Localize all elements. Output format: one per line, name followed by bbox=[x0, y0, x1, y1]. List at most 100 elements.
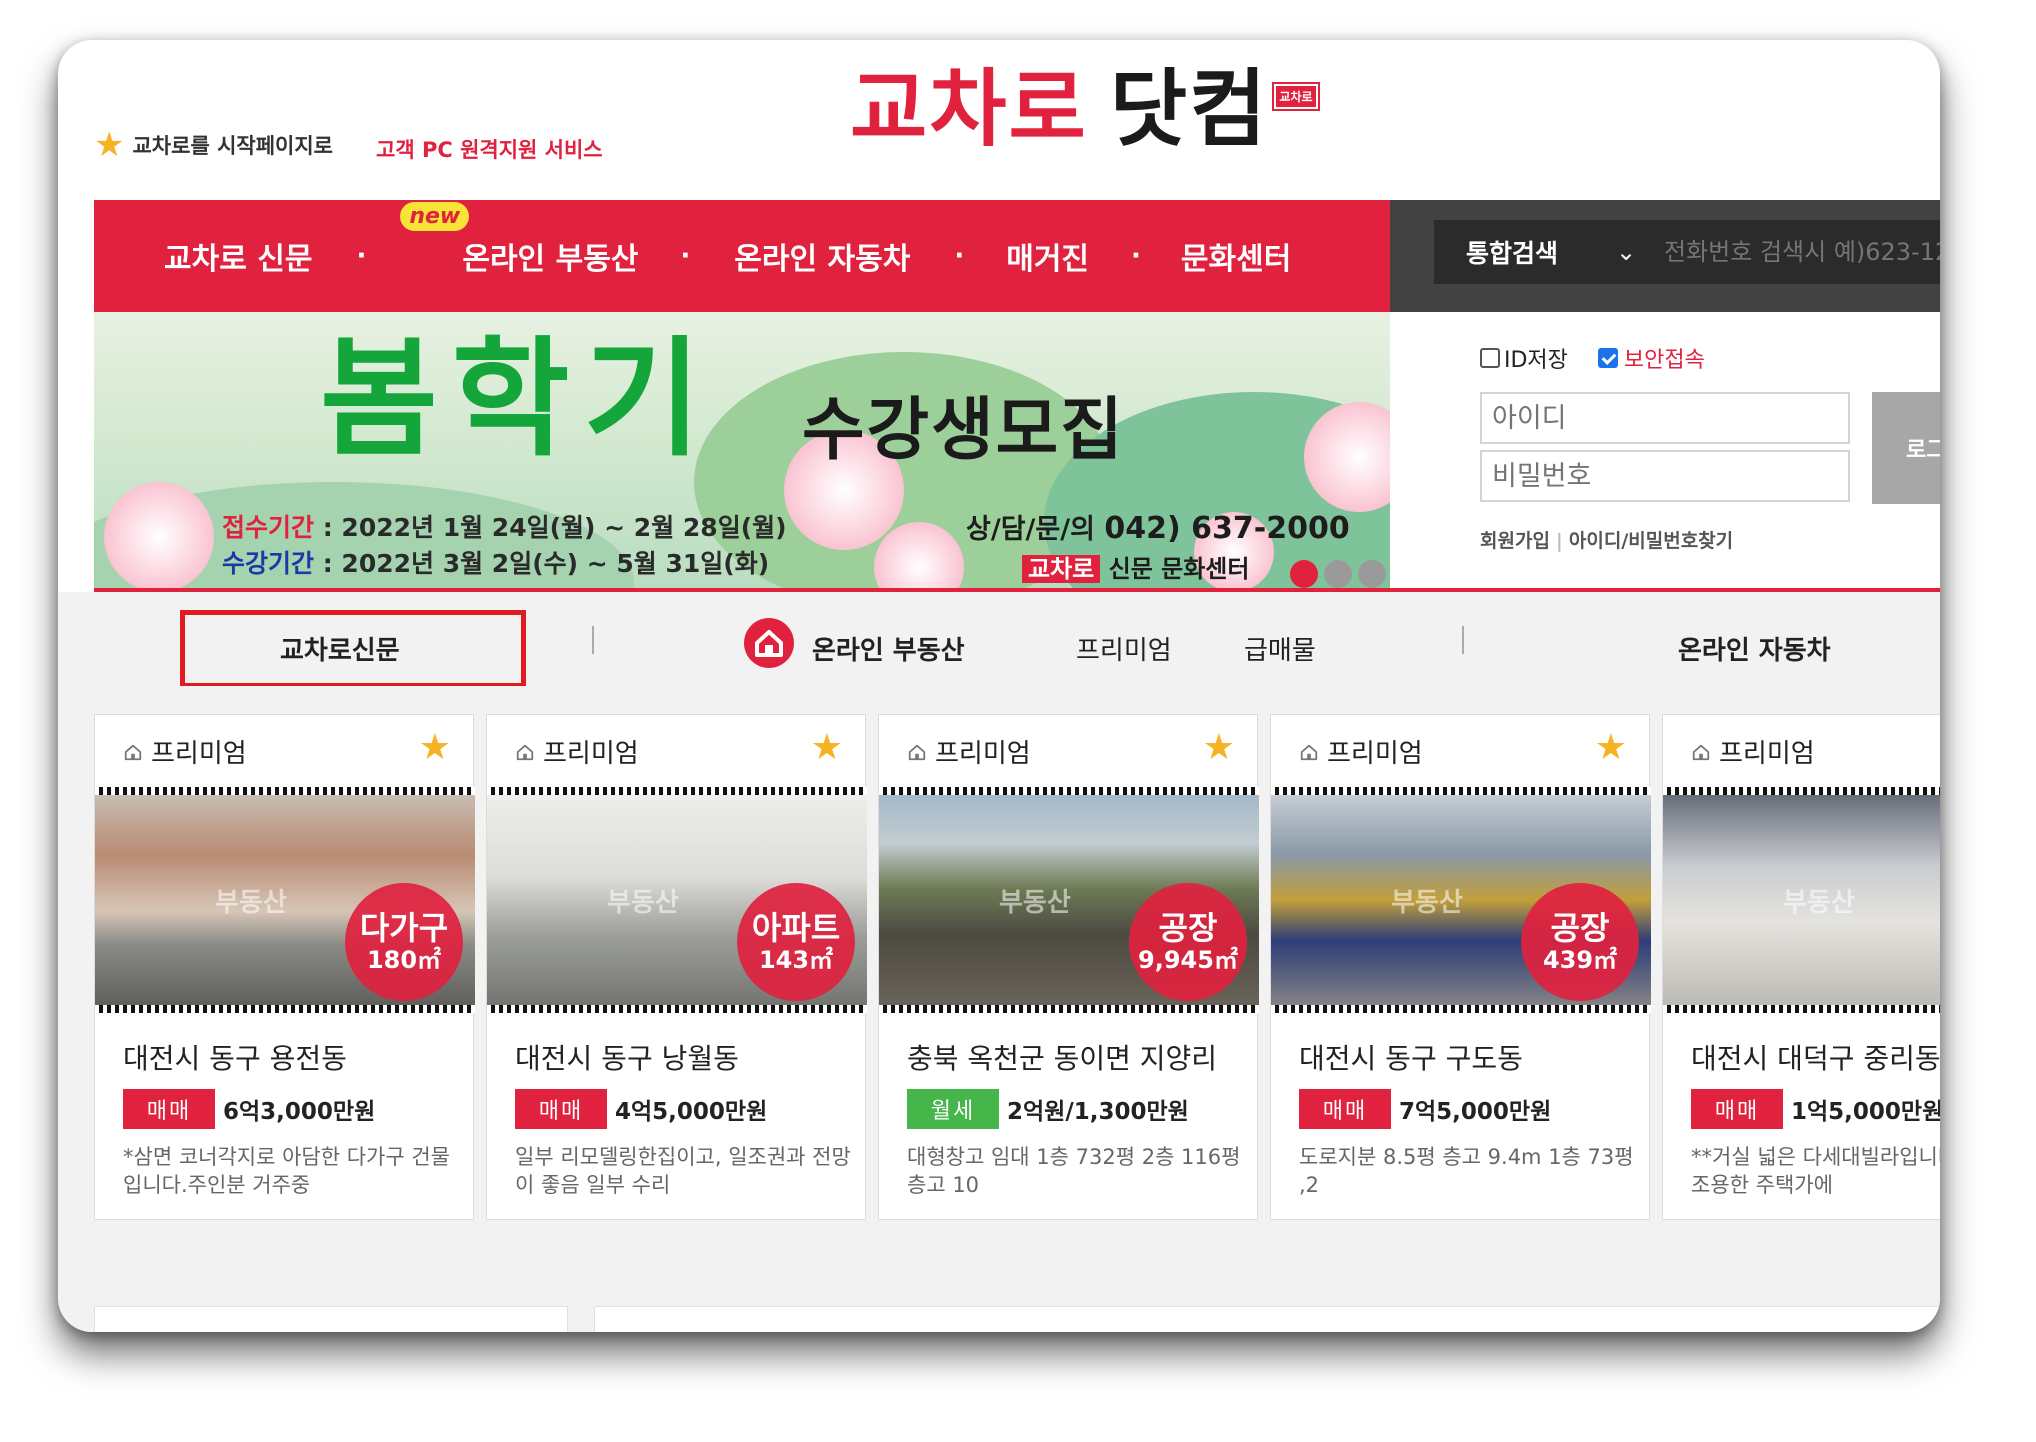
listing-address[interactable]: 대전시 동구 구도동 bbox=[1299, 1037, 1523, 1077]
content-box bbox=[594, 1306, 1940, 1332]
center-brand: 교차로 bbox=[1022, 555, 1101, 583]
registration-label: 접수기간 bbox=[222, 513, 315, 542]
star-icon[interactable]: ★ bbox=[1203, 727, 1235, 768]
login-panel: ID저장 보안접속 로그 회원가입| 아이디/비밀번호찾기 bbox=[1390, 312, 1940, 588]
phone-label: 상/담/문/의 bbox=[966, 514, 1095, 545]
film-border bbox=[1663, 1005, 1940, 1013]
listing-card[interactable]: 프리미엄 ★ 부동산 공장 439㎡ 대전시 동구 구도동 매매 7억5,000… bbox=[1270, 714, 1651, 1220]
save-id-checkbox[interactable] bbox=[1480, 348, 1500, 368]
film-border bbox=[95, 787, 475, 795]
newspaper-date-box bbox=[94, 1306, 568, 1332]
set-startpage-link[interactable]: ★ 교차로를 시작페이지로 bbox=[94, 128, 333, 162]
banner-pager bbox=[1290, 560, 1386, 588]
listing-card[interactable]: 프리미엄 ★ 부동산 다가구 180㎡ 대전시 동구 용전동 매매 6억3,00… bbox=[94, 714, 475, 1220]
site-logo[interactable]: 교차로 닷컴 교차로 bbox=[850, 54, 1320, 174]
property-type-badge: 아파트 143㎡ bbox=[737, 883, 855, 1001]
listing-description: 대형창고 임대 1층 732평 2층 116평 층고 10 bbox=[907, 1145, 1241, 1197]
property-area: 143㎡ bbox=[758, 946, 834, 974]
banner-title: 봄학기 bbox=[320, 324, 716, 474]
premium-label: 프리미엄 bbox=[1299, 733, 1423, 770]
password-input[interactable] bbox=[1480, 450, 1850, 502]
watermark: 부동산 bbox=[607, 888, 679, 918]
premium-text: 프리미엄 bbox=[1719, 739, 1815, 769]
property-area: 439㎡ bbox=[1542, 946, 1618, 974]
premium-text: 프리미엄 bbox=[1327, 739, 1423, 769]
nav-separator: · bbox=[356, 241, 367, 271]
star-icon: ★ bbox=[94, 125, 125, 165]
logo-badge: 교차로 bbox=[1272, 82, 1320, 111]
premium-text: 프리미엄 bbox=[151, 739, 247, 769]
listing-address[interactable]: 충북 옥천군 동이면 지양리 bbox=[907, 1037, 1217, 1077]
join-link[interactable]: 회원가입 bbox=[1480, 530, 1550, 552]
browser-window: ★ 교차로를 시작페이지로 고객 PC 원격지원 서비스 교차로 닷컴 교차로 교… bbox=[58, 40, 1940, 1332]
premium-label: 프리미엄 bbox=[515, 733, 639, 770]
link-separator: | bbox=[1555, 530, 1563, 552]
film-border bbox=[879, 1005, 1259, 1013]
card-header: 프리미엄 bbox=[1663, 715, 1940, 787]
remote-support-link[interactable]: 고객 PC 원격지원 서비스 bbox=[376, 134, 603, 164]
registration-value: : 2022년 1월 24일(월) ~ 2월 28일(월) bbox=[314, 513, 787, 542]
nav-magazine[interactable]: 매거진 bbox=[1006, 234, 1089, 278]
category-separator bbox=[1462, 626, 1464, 654]
listing-price: 4억5,000만원 bbox=[615, 1099, 768, 1125]
star-icon[interactable]: ★ bbox=[811, 727, 843, 768]
listing-photo[interactable]: 부동산 아파트 143㎡ bbox=[487, 787, 867, 1013]
listing-address[interactable]: 대전시 동구 용전동 bbox=[123, 1037, 347, 1077]
page: ★ 교차로를 시작페이지로 고객 PC 원격지원 서비스 교차로 닷컴 교차로 교… bbox=[58, 40, 1940, 1332]
category-separator bbox=[592, 626, 594, 654]
login-options: ID저장 보안접속 bbox=[1480, 342, 1705, 374]
search-input[interactable] bbox=[1662, 237, 1940, 267]
film-border bbox=[1271, 787, 1651, 795]
listing-address[interactable]: 대전시 대덕구 중리동 bbox=[1691, 1037, 1940, 1077]
star-icon[interactable]: ★ bbox=[419, 727, 451, 768]
watermark: 부동산 bbox=[215, 888, 287, 918]
find-account-link[interactable]: 아이디/비밀번호찾기 bbox=[1569, 530, 1733, 552]
pager-dot-active[interactable] bbox=[1290, 560, 1318, 588]
listing-description: *삼면 코너각지로 아담한 다가구 건물입니다.주인분 거주중 bbox=[123, 1145, 450, 1197]
film-border bbox=[487, 787, 867, 795]
tab-premium[interactable]: 프리미엄 bbox=[1076, 630, 1172, 667]
listing-card[interactable]: 프리미엄 ★ 부동산 공장 9,945㎡ 충북 옥천군 동이면 지양리 월세 2… bbox=[878, 714, 1259, 1220]
nav-culture-center[interactable]: 문화센터 bbox=[1181, 234, 1291, 278]
listing-photo[interactable]: 부동산 다가구 180㎡ bbox=[95, 787, 475, 1013]
phone-number: 042) 637-2000 bbox=[1104, 511, 1350, 546]
listing-photo[interactable]: 부동산 bbox=[1663, 787, 1940, 1013]
main-nav: 교차로 신문 · new 온라인 부동산 · 온라인 자동차 · 매거진 · 문… bbox=[94, 200, 1390, 312]
listing-address[interactable]: 대전시 동구 낭월동 bbox=[515, 1037, 739, 1077]
tab-urgent-sale[interactable]: 급매물 bbox=[1244, 630, 1316, 667]
listing-price: 7억5,000만원 bbox=[1399, 1099, 1552, 1125]
listing-photo[interactable]: 부동산 공장 439㎡ bbox=[1271, 787, 1651, 1013]
nav-newspaper[interactable]: 교차로 신문 bbox=[164, 234, 312, 278]
class-value: : 2022년 3월 2일(수) ~ 5월 31일(화) bbox=[314, 549, 770, 578]
id-input[interactable] bbox=[1480, 392, 1850, 444]
secure-login-checkbox[interactable] bbox=[1597, 348, 1618, 368]
nav-car[interactable]: 온라인 자동차 bbox=[734, 234, 910, 278]
promo-banner[interactable]: 봄학기 수강생모집 접수기간 : 2022년 1월 24일(월) ~ 2월 28… bbox=[94, 312, 1390, 588]
search-scope-select[interactable]: 통합검색 bbox=[1466, 234, 1616, 270]
star-icon[interactable]: ★ bbox=[1595, 727, 1627, 768]
property-area: 180㎡ bbox=[366, 946, 442, 974]
listing-description: 일부 리모델링한집이고, 일조권과 전망이 좋음 일부 수리 bbox=[515, 1145, 851, 1197]
pager-dot[interactable] bbox=[1324, 560, 1352, 588]
nav-realestate-label: 온라인 부동산 bbox=[462, 242, 639, 277]
listing-card[interactable]: 프리미엄 ★ 부동산 아파트 143㎡ 대전시 동구 낭월동 매매 4억5,00… bbox=[486, 714, 867, 1220]
search-area: 통합검색 ⌄ bbox=[1390, 200, 1940, 312]
home-outline-icon bbox=[1300, 744, 1318, 760]
listing-description: 도로지분 8.5평 층고 9.4m 1층 73평 ,2 bbox=[1299, 1145, 1634, 1197]
card-header: 프리미엄 ★ bbox=[487, 715, 865, 787]
nav-separator: · bbox=[954, 241, 965, 271]
startpage-label: 교차로를 시작페이지로 bbox=[132, 134, 333, 158]
banner-center: 교차로 신문 문화센터 bbox=[1022, 549, 1249, 584]
chevron-down-icon[interactable]: ⌄ bbox=[1616, 238, 1662, 266]
tab-realestate[interactable]: 온라인 부동산 bbox=[812, 630, 965, 667]
login-button[interactable]: 로그 bbox=[1872, 392, 1940, 504]
pager-dot[interactable] bbox=[1358, 560, 1386, 588]
premium-label: 프리미엄 bbox=[907, 733, 1031, 770]
banner-phone: 상/담/문/의 042) 637-2000 bbox=[966, 507, 1350, 546]
tab-car[interactable]: 온라인 자동차 bbox=[1678, 630, 1831, 667]
listing-photo[interactable]: 부동산 공장 9,945㎡ bbox=[879, 787, 1259, 1013]
nav-realestate[interactable]: new 온라인 부동산 bbox=[400, 202, 639, 278]
premium-label: 프리미엄 bbox=[123, 733, 247, 770]
listing-card[interactable]: 프리미엄 부동산 대전시 대덕구 중리동 매매 1억5,000만원 **거실 넓… bbox=[1662, 714, 1940, 1220]
price-row: 월세 2억원/1,300만원 bbox=[907, 1089, 1189, 1129]
